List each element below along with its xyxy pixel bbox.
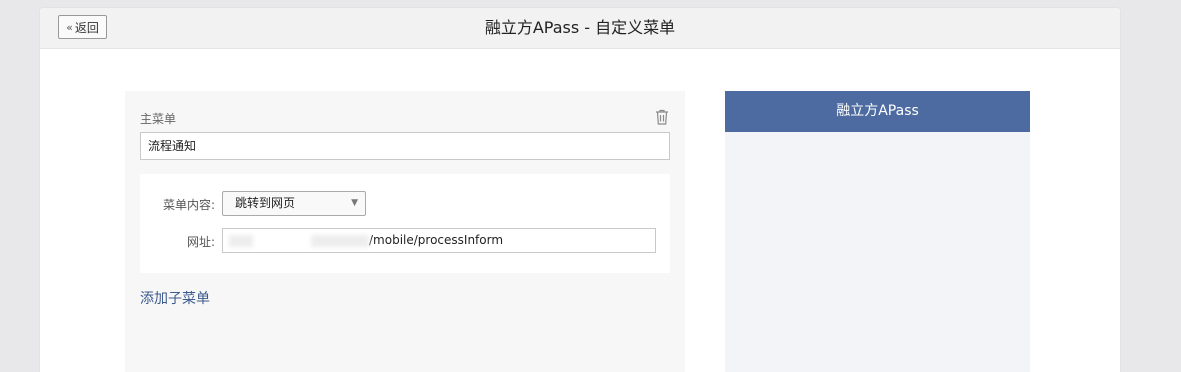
back-button[interactable]: « 返回 bbox=[58, 15, 107, 39]
menu-content-selected: 跳转到网页 bbox=[235, 196, 296, 210]
add-submenu-link[interactable]: 添加子菜单 bbox=[140, 288, 210, 308]
url-value: /mobile/processInform bbox=[369, 233, 504, 247]
menu-content-select[interactable]: 跳转到网页 ▼ bbox=[222, 191, 366, 216]
menu-editor-panel: 主菜单 流程通知 菜单内容: 跳转到网页 ▼ 网址: /mobile/proce… bbox=[125, 91, 685, 372]
menu-content-label: 菜单内容: bbox=[162, 198, 215, 212]
preview-header-title: 融立方APass bbox=[725, 91, 1030, 132]
chevron-down-icon: ▼ bbox=[351, 198, 358, 208]
app-window: 融立方APass - 自定义菜单 « 返回 主菜单 流程通知 菜单内容: 跳转到… bbox=[40, 8, 1120, 372]
redacted-region bbox=[229, 235, 253, 247]
redacted-region bbox=[311, 235, 369, 247]
double-chevron-left-icon: « bbox=[66, 20, 73, 34]
trash-icon[interactable] bbox=[655, 109, 669, 125]
page-title: 融立方APass - 自定义菜单 bbox=[484, 18, 676, 37]
main-menu-label: 主菜单 bbox=[140, 112, 177, 126]
back-button-label: 返回 bbox=[74, 20, 99, 35]
menu-content-panel: 菜单内容: 跳转到网页 ▼ 网址: /mobile/processInform bbox=[140, 174, 670, 273]
main-menu-name-input[interactable]: 流程通知 bbox=[140, 132, 670, 160]
phone-preview: 融立方APass bbox=[725, 91, 1030, 372]
url-label: 网址: bbox=[186, 235, 215, 249]
url-input[interactable]: /mobile/processInform bbox=[222, 228, 656, 253]
title-bar: 融立方APass - 自定义菜单 « 返回 bbox=[40, 8, 1120, 49]
